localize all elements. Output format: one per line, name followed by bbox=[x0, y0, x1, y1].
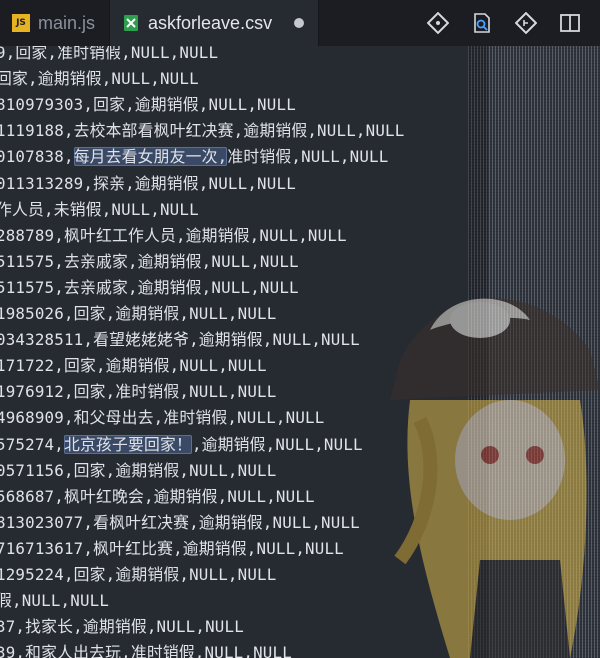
code-line[interactable]: 9,回家,准时销假,NULL,NULL bbox=[0, 46, 218, 66]
js-file-icon: JS bbox=[12, 14, 30, 32]
tab-bar: JS main.js askforleave.csv bbox=[0, 0, 600, 46]
git-branch-icon[interactable] bbox=[514, 11, 538, 35]
code-line[interactable]: 0107838,每月去看女朋友一次,准时销假,NULL,NULL bbox=[0, 144, 388, 170]
code-text: 假,NULL,NULL bbox=[0, 591, 110, 611]
code-line[interactable]: 1295224,回家,逾期销假,NULL,NULL bbox=[0, 562, 276, 588]
code-line[interactable]: 0571156,回家,逾期销假,NULL,NULL bbox=[0, 458, 276, 484]
code-text: 1976912,回家,准时销假,NULL,NULL bbox=[0, 382, 277, 402]
code-text: 准时销假,NULL,NULL bbox=[227, 147, 389, 167]
code-text: 37,找家长,逾期销假,NULL,NULL bbox=[0, 617, 244, 637]
code-text: ,逾期销假,NULL,NULL bbox=[191, 434, 363, 454]
code-line[interactable]: 011313289,探亲,逾期销假,NULL,NULL bbox=[0, 171, 296, 197]
tab-askforleave-csv[interactable]: askforleave.csv bbox=[110, 0, 320, 46]
tab-label: askforleave.csv bbox=[148, 12, 273, 33]
code-text: 288789,枫叶红工作人员,逾期销假,NULL,NULL bbox=[0, 225, 347, 245]
code-text: 1119188,去校本部看枫叶红决赛,逾期销假,NULL,NULL bbox=[0, 121, 405, 141]
code-text: 0107838, bbox=[0, 147, 74, 167]
search-file-icon[interactable] bbox=[470, 11, 494, 35]
code-line[interactable]: 1119188,去校本部看枫叶红决赛,逾期销假,NULL,NULL bbox=[0, 118, 404, 144]
code-editor[interactable]: 9,回家,准时销假,NULL,NULL 回家,逾期销假,NULL,NULL 8109… bbox=[0, 46, 468, 658]
code-text: 716713617,枫叶红比赛,逾期销假,NULL,NULL bbox=[0, 538, 344, 558]
tab-label: main.js bbox=[38, 12, 96, 33]
code-line[interactable]: 813023077,看枫叶红决赛,逾期销假,NULL,NULL bbox=[0, 510, 360, 536]
split-editor-icon[interactable] bbox=[558, 11, 582, 35]
code-text: 568687,枫叶红晚会,逾期销假,NULL,NULL bbox=[0, 486, 315, 506]
code-text: 171722,回家,逾期销假,NULL,NULL bbox=[0, 356, 267, 376]
code-text: 813023077,看枫叶红决赛,逾期销假,NULL,NULL bbox=[0, 512, 360, 532]
csv-file-icon bbox=[122, 14, 140, 32]
code-text: 回家,逾期销假,NULL,NULL bbox=[0, 69, 199, 89]
code-line[interactable]: 511575,去亲戚家,逾期销假,NULL,NULL bbox=[0, 249, 299, 275]
code-line[interactable]: 37,找家长,逾期销假,NULL,NULL bbox=[0, 614, 244, 640]
code-text: 511575,去亲戚家,逾期销假,NULL,NULL bbox=[0, 277, 299, 297]
code-line[interactable]: 575274,北京孩子要回家！,逾期销假,NULL,NULL bbox=[0, 432, 363, 458]
code-text: 575274, bbox=[0, 434, 64, 454]
unsaved-dot-icon[interactable] bbox=[294, 18, 305, 28]
code-text: 1985026,回家,逾期销假,NULL,NULL bbox=[0, 304, 277, 323]
code-line[interactable]: 034328511,看望姥姥姥爷,逾期销假,NULL,NULL bbox=[0, 327, 360, 353]
code-text: 034328511,看望姥姥姥爷,逾期销假,NULL,NULL bbox=[0, 330, 360, 350]
code-line[interactable]: 作人员,未销假,NULL,NULL bbox=[0, 197, 199, 223]
code-line[interactable]: 288789,枫叶红工作人员,逾期销假,NULL,NULL bbox=[0, 223, 347, 249]
code-line[interactable]: 1985026,回家,逾期销假,NULL,NULL bbox=[0, 301, 276, 327]
code-text: 011313289,探亲,逾期销假,NULL,NULL bbox=[0, 173, 296, 193]
editor-actions bbox=[426, 0, 600, 46]
selected-text: 每月去看女朋友一次, bbox=[73, 147, 228, 167]
code-text: 9,回家,准时销假,NULL,NULL bbox=[0, 46, 219, 62]
code-line[interactable]: 716713617,枫叶红比赛,逾期销假,NULL,NULL bbox=[0, 536, 344, 562]
code-line[interactable]: 1976912,回家,准时销假,NULL,NULL bbox=[0, 379, 276, 405]
code-line[interactable]: 810979303,回家,逾期销假,NULL,NULL bbox=[0, 92, 296, 118]
code-line[interactable]: 假,NULL,NULL bbox=[0, 588, 109, 614]
git-icon[interactable] bbox=[426, 11, 450, 35]
minimap[interactable] bbox=[468, 46, 600, 658]
tab-main-js[interactable]: JS main.js bbox=[0, 0, 111, 46]
code-text: 810979303,回家,逾期销假,NULL,NULL bbox=[0, 95, 296, 115]
selected-text: 北京孩子要回家！ bbox=[63, 434, 192, 454]
code-line[interactable]: 4968909,和父母出去,准时销假,NULL,NULL bbox=[0, 405, 324, 431]
code-text: 作人员,未销假,NULL,NULL bbox=[0, 199, 199, 219]
minimap-slider[interactable] bbox=[468, 46, 488, 658]
code-text: 39,和家人出去玩,准时销假,NULL,NULL bbox=[0, 643, 292, 658]
code-line[interactable]: 39,和家人出去玩,准时销假,NULL,NULL bbox=[0, 640, 292, 658]
code-line[interactable]: 回家,逾期销假,NULL,NULL bbox=[0, 66, 199, 92]
code-text: 1295224,回家,逾期销假,NULL,NULL bbox=[0, 565, 277, 584]
code-line[interactable]: 511575,去亲戚家,逾期销假,NULL,NULL bbox=[0, 275, 299, 301]
code-text: 0571156,回家,逾期销假,NULL,NULL bbox=[0, 460, 277, 480]
code-line[interactable]: 171722,回家,逾期销假,NULL,NULL bbox=[0, 353, 267, 379]
code-line[interactable]: 568687,枫叶红晚会,逾期销假,NULL,NULL bbox=[0, 484, 315, 510]
code-text: 511575,去亲戚家,逾期销假,NULL,NULL bbox=[0, 251, 299, 271]
code-text: 4968909,和父母出去,准时销假,NULL,NULL bbox=[0, 408, 325, 428]
